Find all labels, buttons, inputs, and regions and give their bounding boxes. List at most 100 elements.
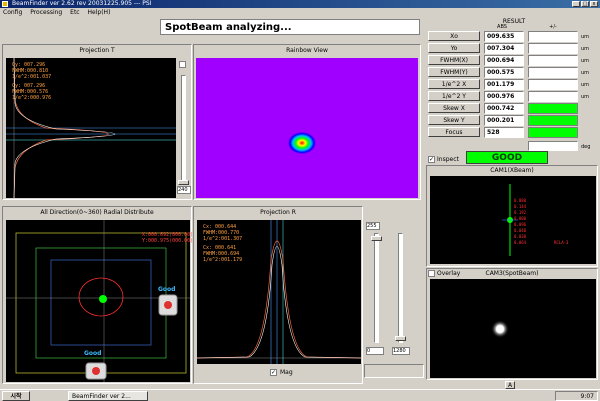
cam1-readout: 0.080 0.144 0.192 0.000 0.096 0.040 0.03… [514,198,527,245]
menu-etc[interactable]: Etc [70,9,79,16]
menu-bar: Config Processing Etc Help(H) [0,8,600,17]
cam1-side-label: RCLA-3 [554,240,569,245]
col-plusminus: +/- [549,24,557,30]
result-unit-4: um [581,82,590,88]
bottom-left-slider-value[interactable]: 0 [366,347,384,355]
result-unit-1: um [581,46,590,52]
right-slider-track[interactable] [398,233,403,343]
result-label-6: Skew X [428,103,480,113]
result-tolerance-0 [528,31,578,42]
result-unit-0: um [581,34,590,40]
result-value-7: 000.201 [484,115,524,126]
result-label-2: FWHM(X) [428,55,480,65]
menu-help[interactable]: Help(H) [88,9,111,16]
inspect-checkbox[interactable]: ✓ [428,156,435,163]
radial-distribute-plot: X:000.692(000.00) Y:000.975(000.00) Good… [6,220,193,382]
projection-r-plot: Cx: 000.644 FWHM:000.770 1/e^2:001.307 C… [197,220,361,364]
result-unit-3: um [581,70,590,76]
result-value-8: 528 [484,127,524,138]
result-value-4: 001.179 [484,79,524,90]
result-label-7: Skew Y [428,115,480,125]
projection-t-slider-value[interactable]: 240 [177,186,191,194]
result-label-8: Focus [428,127,480,137]
rainbow-view-panel: Rainbow View [193,44,421,200]
result-tolerance-8 [528,127,578,138]
maximize-button[interactable]: □ [581,1,589,7]
projection-t-title: Projection T [79,47,115,54]
cam1-crosshair [502,184,518,256]
result-tolerance-6 [528,103,578,114]
status-banner: SpotBeam analyzing... [160,19,420,35]
result-unit-5: um [581,94,590,100]
cam3-spot [491,320,509,338]
right-slider-thumb[interactable] [395,336,406,341]
left-slider-track[interactable] [374,233,379,343]
taskbar: 시작 BeamFinder ver 2... 9:07 [0,389,600,401]
mag-checkbox[interactable]: ✓ [270,369,277,376]
result-value-5: 000.976 [484,91,524,102]
title-bar: BeamFinder ver 2.62 rev 20031225.905 ---… [0,0,600,8]
result-tolerance-4 [528,79,578,90]
projection-r-readout: Cx: 000.644 FWHM:000.770 1/e^2:001.307 C… [203,224,243,263]
result-value-2: 000.694 [484,55,524,66]
result-label-0: Xo [428,31,480,41]
status-field [364,364,424,378]
projection-t-plot: Cy: 007.296 FWHM:000.810 1/e^2:001.037 C… [6,58,176,198]
col-abs: ABS [497,24,507,30]
projection-r-title: Projection R [260,209,296,216]
result-unit-2: um [581,58,590,64]
deg-unit: deg [581,144,591,150]
good-label-right: Good [158,286,176,293]
result-label-4: 1/e^2 X [428,79,480,89]
projection-t-readout: Cy: 007.296 FWHM:000.810 1/e^2:001.037 C… [12,62,52,101]
result-value-6: 000.742 [484,103,524,114]
beam-spot-rainbow [288,132,316,154]
cam3-panel: CAM3(SpotBeam) [426,268,598,380]
cam3-image [430,279,596,378]
minimize-button[interactable]: _ [572,1,580,7]
inspect-label: Inspect [437,156,459,163]
rainbow-view-title: Rainbow View [286,47,328,54]
rainbow-view-image [196,58,418,198]
top-slider-value[interactable]: 255 [366,222,380,230]
projection-t-slider-track[interactable] [181,75,186,185]
cam1-title: CAM1(XBeam) [490,167,534,174]
menu-processing[interactable]: Processing [30,9,62,16]
left-slider-thumb[interactable] [371,236,382,241]
deg-field [528,141,578,151]
result-value-3: 000.575 [484,67,524,78]
result-tolerance-7 [528,115,578,126]
taskbar-task-beamfinder[interactable]: BeamFinder ver 2... [68,391,148,401]
projection-r-panel: Projection R Cx: 000.644 FWHM:000.770 1/… [193,206,363,384]
language-button[interactable]: A [505,381,515,389]
radial-distribute-graph [6,220,190,382]
close-button[interactable]: x [590,1,598,7]
result-label-3: FWHM(Y) [428,67,480,77]
projection-t-checkbox[interactable] [179,61,186,68]
cam1-image: 0.080 0.144 0.192 0.000 0.096 0.040 0.03… [430,176,596,264]
bottom-right-slider-value[interactable]: 1280 [392,347,410,355]
result-label-5: 1/e^2 Y [428,91,480,101]
app-icon [2,1,8,7]
result-panel: RESULT ABS +/- Xo 009.635 um Yo 007.304 um FWH… [428,18,598,168]
result-tolerance-2 [528,55,578,66]
result-value-1: 007.304 [484,43,524,54]
projection-t-panel: Projection T Cy: 007.296 FWHM:000.810 1/… [2,44,192,200]
result-tolerance-5 [528,91,578,102]
window-title: BeamFinder ver 2.62 rev 20031225.905 ---… [12,0,152,7]
start-button[interactable]: 시작 [2,391,30,401]
result-label-1: Yo [428,43,480,53]
result-tolerance-3 [528,67,578,78]
result-tolerance-1 [528,43,578,54]
good-label-bottom: Good [84,350,102,357]
taskbar-clock: 9:07 [555,391,598,401]
radial-distribute-panel: All Direction(0~360) Radial Distribute X… [2,206,193,384]
result-value-0: 009.635 [484,31,524,42]
projection-t-slider-thumb[interactable] [178,180,189,185]
menu-config[interactable]: Config [3,9,22,16]
mag-label: Mag [280,369,293,376]
radial-distribute-title: All Direction(0~360) Radial Distribute [40,209,154,216]
inspect-result: GOOD [466,151,548,164]
cam3-title: CAM3(SpotBeam) [485,270,539,277]
cam1-panel: CAM1(XBeam) 0.080 0.144 0.192 0.000 0.09… [426,165,598,267]
